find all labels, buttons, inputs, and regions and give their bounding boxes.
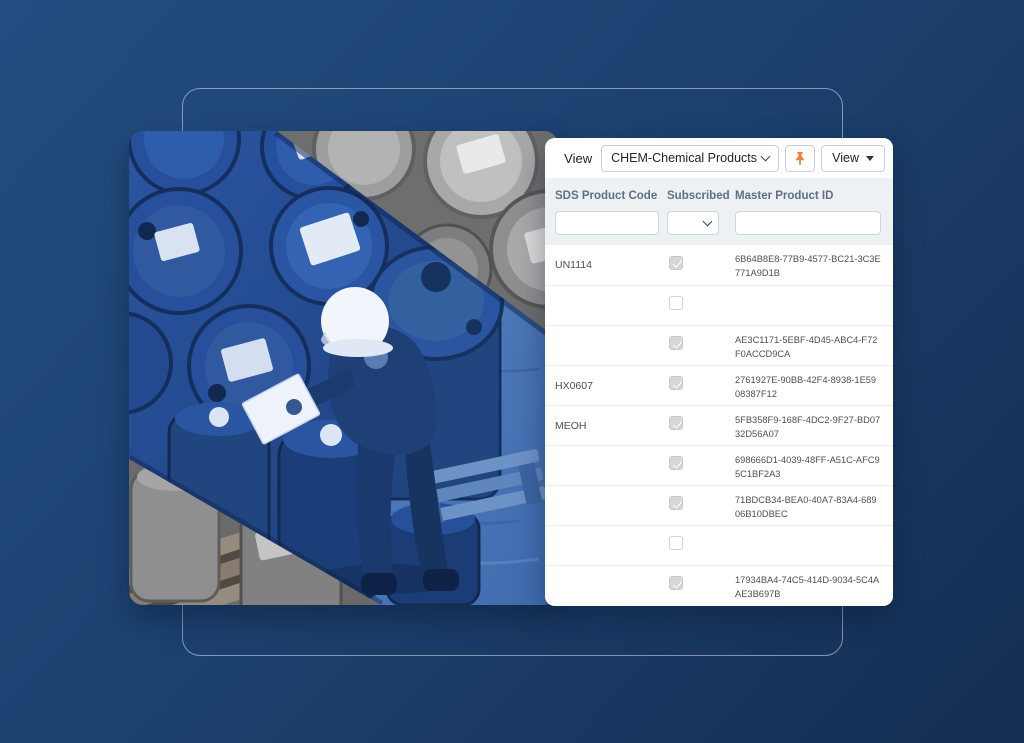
sds-product-code-cell: UN1114 <box>545 259 667 271</box>
subscribed-cell <box>667 296 735 315</box>
master-product-id-cell: 5FB358F9-168F-4DC2-9F27-BD0732D56A07 <box>735 411 893 441</box>
column-header-sds-product-code: SDS Product Code <box>545 190 667 202</box>
view-menu-button-label: View <box>832 151 859 165</box>
view-menu-button[interactable]: View <box>821 145 885 172</box>
sds-product-code-cell: MEOH <box>545 420 667 432</box>
master-product-id-filter-input[interactable] <box>735 211 881 235</box>
warehouse-barrels-photo <box>129 131 558 605</box>
table-header: SDS Product Code Subscribed Master Produ… <box>545 178 893 245</box>
product-table-panel: View CHEM-Chemical Products View SDS Pro… <box>545 138 893 606</box>
subscribed-checkbox[interactable] <box>669 336 683 350</box>
pin-button[interactable] <box>785 145 815 172</box>
subscribed-checkbox[interactable] <box>669 416 683 430</box>
master-product-id-cell: 71BDCB34-BEA0-40A7-83A4-68906B10DBEC <box>735 491 893 521</box>
table-row[interactable]: 71BDCB34-BEA0-40A7-83A4-68906B10DBEC <box>545 485 893 525</box>
sds-product-code-filter-input[interactable] <box>555 211 659 235</box>
view-label: View <box>564 151 592 166</box>
warehouse-photo-card <box>129 131 558 605</box>
toolbar: View CHEM-Chemical Products View <box>545 138 893 178</box>
subscribed-cell <box>667 336 735 355</box>
master-product-id-cell: 6B64B8E8-77B9-4577-BC21-3C3E771A9D1B <box>735 250 893 280</box>
subscribed-cell <box>667 496 735 515</box>
sds-product-code-cell: HX0607 <box>545 380 667 392</box>
pushpin-icon <box>793 151 807 166</box>
subscribed-cell <box>667 456 735 475</box>
table-row[interactable]: HX0607 2761927E-90BB-42F4-8938-1E5908387… <box>545 365 893 405</box>
subscribed-checkbox[interactable] <box>669 456 683 470</box>
master-product-id-cell: 698666D1-4039-48FF-A51C-AFC95C1BF2A3 <box>735 451 893 481</box>
caret-down-icon <box>866 156 874 161</box>
master-product-id-cell <box>735 305 893 307</box>
view-select-value: CHEM-Chemical Products <box>611 151 757 165</box>
column-header-master-product-id: Master Product ID <box>735 190 893 202</box>
table-row[interactable]: 17934BA4-74C5-414D-9034-5C4AAE3B697B <box>545 565 893 605</box>
subscribed-checkbox[interactable] <box>669 536 683 550</box>
subscribed-checkbox[interactable] <box>669 256 683 270</box>
master-product-id-cell: AE3C1171-5EBF-4D45-ABC4-F72F0ACCD9CA <box>735 331 893 361</box>
subscribed-cell <box>667 416 735 435</box>
master-product-id-cell: 2761927E-90BB-42F4-8938-1E5908387F12 <box>735 371 893 401</box>
subscribed-cell <box>667 376 735 395</box>
master-product-id-cell: 17934BA4-74C5-414D-9034-5C4AAE3B697B <box>735 571 893 601</box>
view-select[interactable]: CHEM-Chemical Products <box>601 145 779 172</box>
chevron-down-icon <box>761 152 771 162</box>
chevron-down-icon <box>703 217 713 227</box>
subscribed-checkbox[interactable] <box>669 376 683 390</box>
column-header-subscribed: Subscribed <box>667 190 735 202</box>
table-row[interactable] <box>545 285 893 325</box>
subscribed-checkbox[interactable] <box>669 576 683 590</box>
table-row[interactable] <box>545 525 893 565</box>
master-product-id-cell <box>735 545 893 547</box>
table-body: UN1114 6B64B8E8-77B9-4577-BC21-3C3E771A9… <box>545 245 893 606</box>
table-row[interactable]: AE3C1171-5EBF-4D45-ABC4-F72F0ACCD9CA <box>545 325 893 365</box>
subscribed-cell <box>667 536 735 555</box>
subscribed-cell <box>667 576 735 595</box>
table-row[interactable]: UN1114 6B64B8E8-77B9-4577-BC21-3C3E771A9… <box>545 245 893 285</box>
subscribed-filter-select[interactable] <box>667 211 719 235</box>
table-row[interactable]: MEOH 5FB358F9-168F-4DC2-9F27-BD0732D56A0… <box>545 405 893 445</box>
subscribed-cell <box>667 256 735 275</box>
subscribed-checkbox[interactable] <box>669 296 683 310</box>
subscribed-checkbox[interactable] <box>669 496 683 510</box>
table-row[interactable]: 698666D1-4039-48FF-A51C-AFC95C1BF2A3 <box>545 445 893 485</box>
